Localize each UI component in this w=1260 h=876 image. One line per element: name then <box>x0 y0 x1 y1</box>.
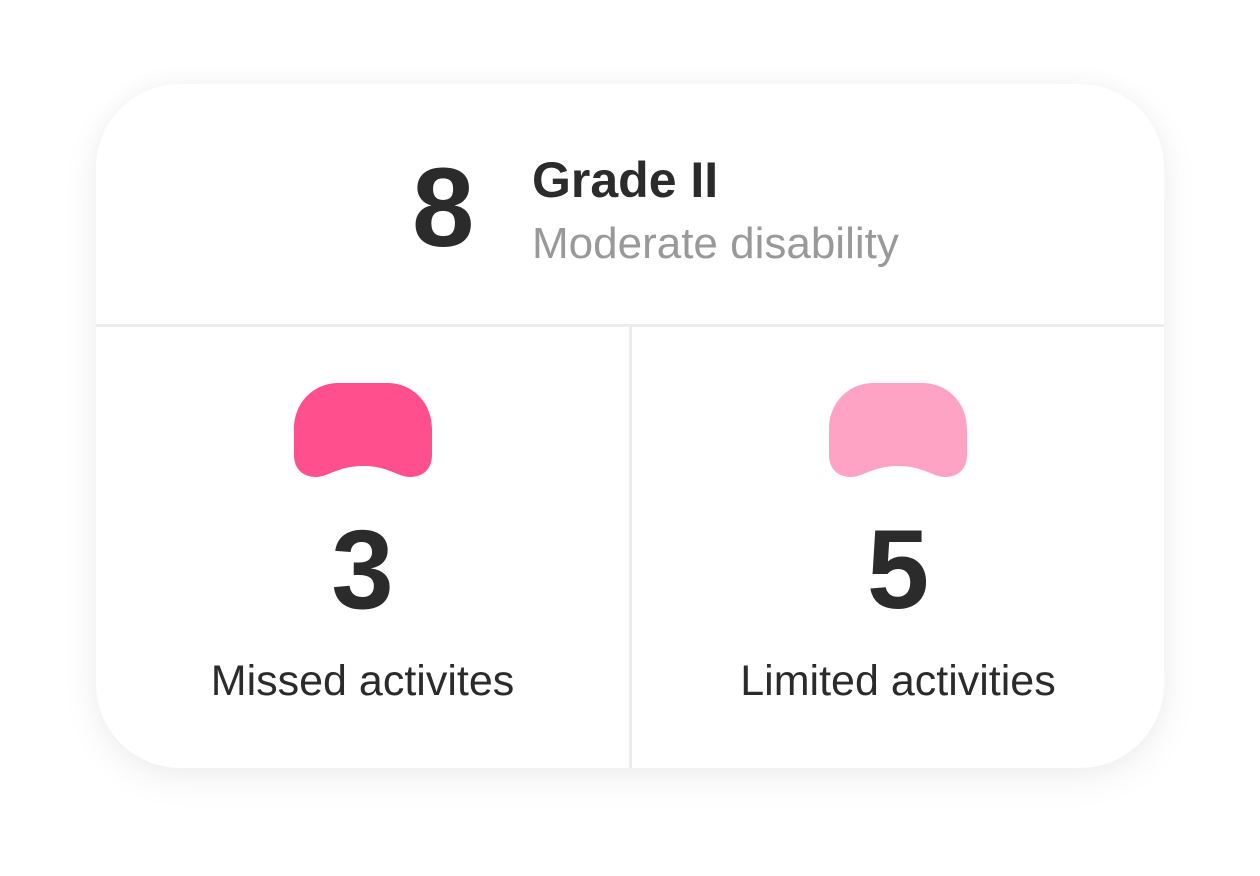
total-score: 8 <box>412 145 475 270</box>
limited-activities-label: Limited activities <box>740 657 1056 705</box>
blob-icon <box>829 383 967 477</box>
missed-activities-label: Missed activites <box>210 657 515 705</box>
summary-section: 8 Grade II Moderate disability <box>96 84 1164 327</box>
limited-activities-stat: 5 Limited activities <box>632 327 1164 768</box>
blob-icon <box>293 383 432 477</box>
limited-activities-count: 5 <box>866 507 930 632</box>
missed-activities-count: 3 <box>331 507 394 632</box>
missed-activities-stat: 3 Missed activites <box>96 327 629 768</box>
grade-title: Grade II <box>532 152 719 208</box>
severity-label: Moderate disability <box>532 219 899 268</box>
score-card: 8 Grade II Moderate disability 3 Missed … <box>96 84 1164 768</box>
